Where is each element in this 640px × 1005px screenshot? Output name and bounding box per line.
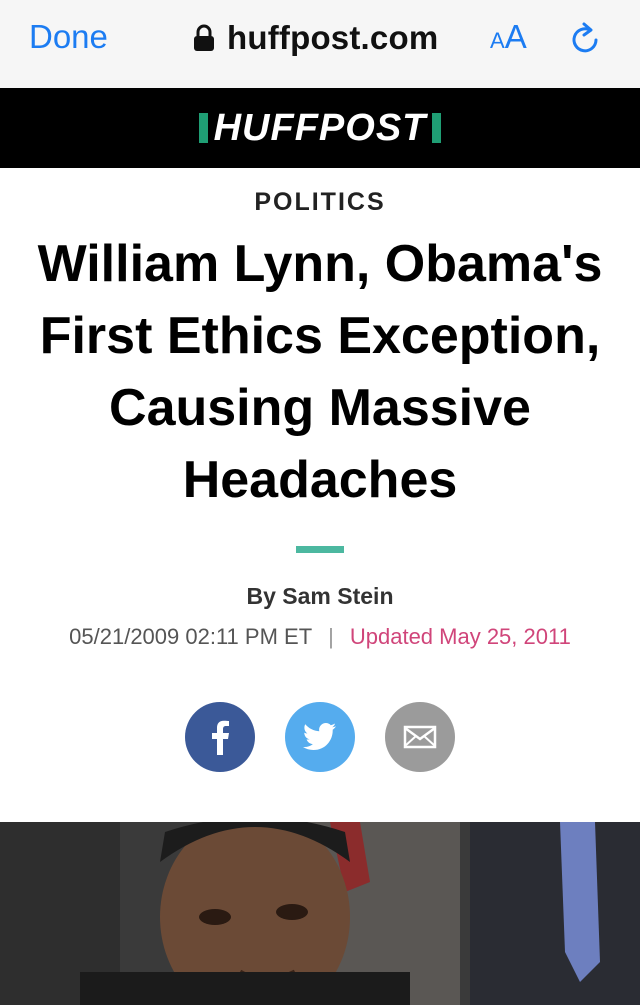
lead-photo [0,822,640,1005]
address-bar[interactable]: huffpost.com [193,18,438,58]
updated-date: Updated May 25, 2011 [349,624,571,649]
section-label[interactable]: POLITICS [0,188,640,217]
email-share-button[interactable] [385,702,455,772]
twitter-icon [303,723,336,750]
published-date: 05/21/2009 02:11 PM ET [69,624,313,649]
article-dates: 05/21/2009 02:11 PM ET | Updated May 25, 2… [0,624,640,650]
twitter-share-button[interactable] [285,702,355,772]
text-size-large-label: A [504,18,527,55]
share-buttons [0,702,640,772]
huffpost-logo[interactable]: HUFFPOST [198,106,442,150]
url-text: huffpost.com [227,19,439,56]
done-button[interactable]: Done [29,18,108,56]
site-header: HUFFPOST [0,88,640,168]
reload-icon[interactable] [566,20,604,58]
logo-bar-right [432,113,442,143]
date-separator: | [328,624,334,649]
logo-bar-left [198,113,208,143]
text-size-button[interactable]: AA [490,18,527,56]
facebook-share-button[interactable] [185,702,255,772]
logo-text: HUFFPOST [213,106,427,149]
lock-icon [194,24,214,51]
email-icon [403,725,437,749]
photo-placeholder [0,822,640,1005]
browser-toolbar: Done huffpost.com AA [0,0,640,89]
facebook-icon [212,720,229,755]
byline[interactable]: By Sam Stein [0,583,640,610]
text-size-small-label: A [490,28,505,53]
article-headline: William Lynn, Obama's First Ethics Excep… [37,235,603,509]
divider [296,546,344,553]
